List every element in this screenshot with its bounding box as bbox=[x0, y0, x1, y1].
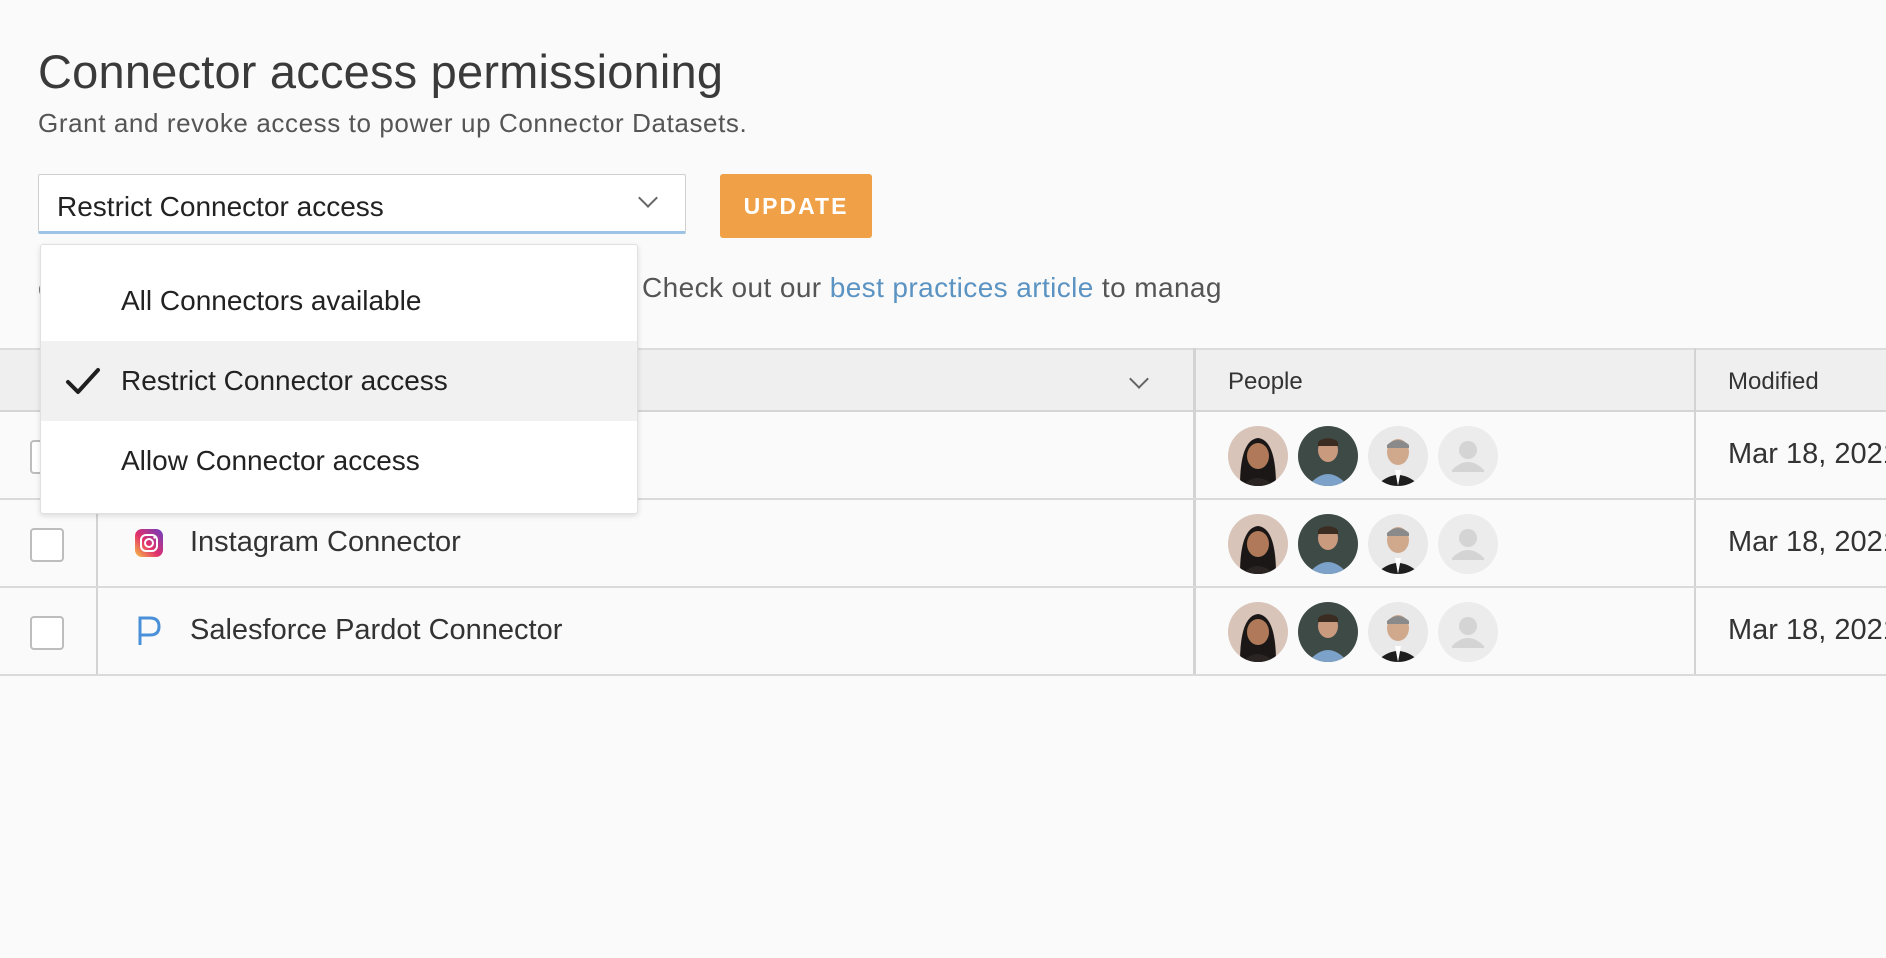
access-mode-value: Restrict Connector access bbox=[57, 191, 384, 222]
avatar[interactable] bbox=[1298, 602, 1358, 662]
avatar-placeholder[interactable] bbox=[1438, 602, 1498, 662]
menu-item-allow-access[interactable]: Allow Connector access bbox=[41, 421, 637, 501]
menu-item-label: Allow Connector access bbox=[121, 445, 420, 476]
avatar[interactable] bbox=[1368, 602, 1428, 662]
avatar[interactable] bbox=[1298, 514, 1358, 574]
access-mode-select[interactable]: Restrict Connector access bbox=[38, 174, 686, 234]
page-title: Connector access permissioning bbox=[38, 45, 724, 98]
avatar[interactable] bbox=[1228, 602, 1288, 662]
avatar[interactable] bbox=[1298, 426, 1358, 486]
row-checkbox[interactable] bbox=[30, 528, 64, 562]
connector-name[interactable]: Instagram Connector bbox=[190, 526, 461, 559]
modified-date: Mar 18, 2021 bbox=[1728, 614, 1886, 646]
chevron-down-icon bbox=[638, 188, 658, 208]
modified-date: Mar 18, 2021 bbox=[1728, 526, 1886, 558]
modified-date: Mar 18, 2021 bbox=[1728, 438, 1886, 470]
table-row[interactable]: Salesforce Pardot Connector Mar 18, 2021 bbox=[0, 588, 1886, 676]
avatar[interactable] bbox=[1368, 426, 1428, 486]
update-button[interactable]: UPDATE bbox=[720, 174, 872, 238]
row-checkbox[interactable] bbox=[30, 616, 64, 650]
menu-item-all-connectors[interactable]: All Connectors available bbox=[41, 261, 637, 341]
people-avatars bbox=[1228, 602, 1508, 662]
avatar[interactable] bbox=[1228, 514, 1288, 574]
best-practices-link[interactable]: best practices article bbox=[830, 272, 1094, 303]
column-header-people[interactable]: People bbox=[1228, 368, 1303, 396]
people-avatars bbox=[1228, 514, 1508, 574]
page-subtitle: Grant and revoke access to power up Conn… bbox=[38, 108, 748, 138]
pardot-icon bbox=[138, 616, 161, 645]
menu-item-restrict-access[interactable]: Restrict Connector access bbox=[41, 341, 637, 421]
avatar-placeholder[interactable] bbox=[1438, 426, 1498, 486]
avatar-placeholder[interactable] bbox=[1438, 514, 1498, 574]
instagram-icon bbox=[135, 529, 163, 557]
column-header-modified[interactable]: Modified bbox=[1728, 368, 1819, 396]
checkmark-icon bbox=[66, 368, 100, 394]
avatar[interactable] bbox=[1228, 426, 1288, 486]
avatar[interactable] bbox=[1368, 514, 1428, 574]
access-mode-menu: All Connectors available Restrict Connec… bbox=[40, 244, 638, 514]
menu-item-label: Restrict Connector access bbox=[121, 365, 448, 396]
menu-item-label: All Connectors available bbox=[121, 285, 422, 316]
info-text-end: to manag bbox=[1093, 272, 1222, 303]
connector-name[interactable]: Salesforce Pardot Connector bbox=[190, 614, 562, 647]
sort-chevron-icon[interactable] bbox=[1129, 369, 1149, 389]
people-avatars bbox=[1228, 426, 1508, 486]
